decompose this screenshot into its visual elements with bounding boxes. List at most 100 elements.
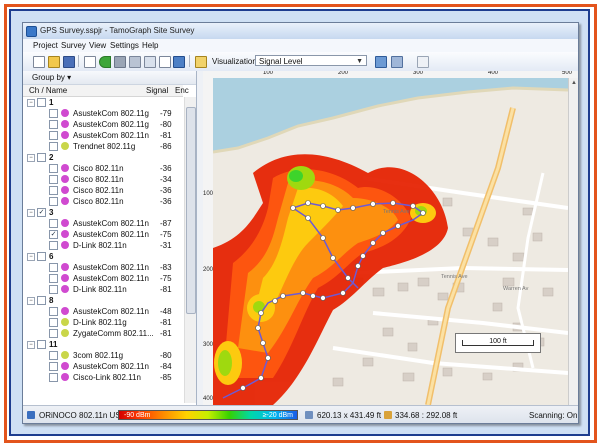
open-folder-icon[interactable]: [48, 56, 60, 68]
ruler-left-label: 300: [203, 342, 214, 348]
channel-group-row[interactable]: −6: [23, 251, 183, 262]
col-encryption[interactable]: Enc: [175, 86, 189, 95]
channel-checkbox[interactable]: [37, 252, 46, 261]
channel-group-row[interactable]: − 11: [23, 339, 183, 350]
ap-checkbox[interactable]: [49, 362, 58, 371]
ap-checkbox[interactable]: [49, 241, 58, 250]
gps-mode-icon[interactable]: [173, 56, 185, 68]
group-by-label: Group by: [32, 73, 65, 82]
ap-checkbox[interactable]: [49, 219, 58, 228]
menu-survey[interactable]: Survey: [61, 41, 86, 50]
ap-row[interactable]: AsustekCom 802.11n -83: [23, 262, 183, 273]
access-point-icon: [61, 285, 69, 293]
visualization-select[interactable]: Signal Level ▼: [255, 55, 367, 66]
ap-checkbox[interactable]: [49, 120, 58, 129]
pause-icon[interactable]: [129, 56, 141, 68]
ap-checkbox[interactable]: [49, 131, 58, 140]
ap-checkbox[interactable]: [49, 186, 58, 195]
channel-checkbox[interactable]: ✓: [37, 208, 46, 217]
ap-checkbox[interactable]: [49, 142, 58, 151]
ap-list-scroll-thumb[interactable]: [186, 107, 196, 314]
channel-group-row[interactable]: − ✓ 3: [23, 207, 183, 218]
ap-row[interactable]: AsustekCom 802.11g -80: [23, 119, 183, 130]
ap-checkbox[interactable]: [49, 109, 58, 118]
ap-checkbox[interactable]: [49, 373, 58, 382]
document-icon[interactable]: [84, 56, 96, 68]
ap-row[interactable]: Cisco 802.11n -36: [23, 196, 183, 207]
channel-group-row[interactable]: −8: [23, 295, 183, 306]
ap-name: Cisco 802.11n: [73, 175, 124, 184]
channel-checkbox[interactable]: [37, 296, 46, 305]
ap-checkbox[interactable]: [49, 164, 58, 173]
grid-icon[interactable]: [391, 56, 403, 68]
collapse-toggle-icon[interactable]: −: [27, 297, 35, 305]
ap-row[interactable]: ✓ AsustekCom 802.11n -75: [23, 229, 183, 240]
channel-group-row[interactable]: −2: [23, 152, 183, 163]
access-point-icon: [61, 186, 69, 194]
channel-checkbox[interactable]: [37, 98, 46, 107]
ap-row[interactable]: AsustekCom 802.11g -79: [23, 108, 183, 119]
report-icon[interactable]: [417, 56, 429, 68]
zoom-fit-icon[interactable]: [159, 56, 171, 68]
collapse-toggle-icon[interactable]: −: [27, 154, 35, 162]
ap-row[interactable]: 3com 802.11g -80: [23, 350, 183, 361]
ap-checkbox[interactable]: [49, 175, 58, 184]
ap-name: AsustekCom 802.11n: [73, 274, 149, 283]
map-canvas[interactable]: Tennis Ave Warren Av Tennis Ave: [213, 78, 568, 405]
ap-row[interactable]: AsustekCom 802.11n -84: [23, 361, 183, 372]
ap-row[interactable]: AsustekCom 802.11n -48: [23, 306, 183, 317]
ap-name: AsustekCom 802.11n: [73, 307, 149, 316]
channel-group-row[interactable]: −1: [23, 97, 183, 108]
collapse-toggle-icon[interactable]: −: [27, 209, 35, 217]
ap-signal: -48: [160, 307, 172, 316]
ap-checkbox[interactable]: [49, 285, 58, 294]
ap-row[interactable]: AsustekCom 802.11n -87: [23, 218, 183, 229]
select-tool-icon[interactable]: [195, 56, 207, 68]
ap-checkbox[interactable]: [49, 307, 58, 316]
ap-checkbox[interactable]: [49, 263, 58, 272]
ap-row[interactable]: ZygateComm 802.11... -81: [23, 328, 183, 339]
ap-row[interactable]: Cisco 802.11n -36: [23, 185, 183, 196]
group-by-button[interactable]: Group by ▾: [32, 73, 71, 82]
ap-row[interactable]: D-Link 802.11g -81: [23, 317, 183, 328]
access-point-icon: [61, 164, 69, 172]
channel-checkbox[interactable]: [37, 340, 46, 349]
collapse-toggle-icon[interactable]: −: [27, 253, 35, 261]
col-channel-name[interactable]: Ch / Name: [29, 86, 67, 95]
ap-row[interactable]: D-Link 802.11n -31: [23, 240, 183, 251]
menu-view[interactable]: View: [89, 41, 106, 50]
channel-checkbox[interactable]: [37, 153, 46, 162]
survey-map[interactable]: Tennis Ave Warren Av Tennis Ave 100 ft: [213, 78, 568, 405]
collapse-toggle-icon[interactable]: −: [27, 99, 35, 107]
ap-checkbox[interactable]: [49, 274, 58, 283]
access-point-icon: [61, 318, 69, 326]
scroll-up-icon[interactable]: ▲: [571, 80, 577, 86]
ap-row[interactable]: Cisco 802.11n -36: [23, 163, 183, 174]
stop-survey-icon[interactable]: [114, 56, 126, 68]
ap-list-scrollbar[interactable]: [184, 97, 196, 403]
start-survey-icon[interactable]: [99, 56, 111, 68]
ap-row[interactable]: Cisco-Link 802.11n -85: [23, 372, 183, 383]
ap-checkbox[interactable]: [49, 351, 58, 360]
menu-project[interactable]: Project: [33, 41, 58, 50]
channel-number: 11: [49, 340, 58, 349]
menu-help[interactable]: Help: [142, 41, 158, 50]
new-project-icon[interactable]: [33, 56, 45, 68]
save-icon[interactable]: [63, 56, 75, 68]
ap-row[interactable]: Trendnet 802.11g -86: [23, 141, 183, 152]
ap-checkbox[interactable]: [49, 318, 58, 327]
collapse-toggle-icon[interactable]: −: [27, 341, 35, 349]
menu-settings[interactable]: Settings: [110, 41, 139, 50]
ap-row[interactable]: D-Link 802.11n -81: [23, 284, 183, 295]
ap-checkbox[interactable]: [49, 329, 58, 338]
ap-checkbox[interactable]: ✓: [49, 230, 58, 239]
ap-row[interactable]: AsustekCom 802.11n -75: [23, 273, 183, 284]
ap-row[interactable]: AsustekCom 802.11n -81: [23, 130, 183, 141]
col-signal[interactable]: Signal: [146, 86, 168, 95]
undo-icon[interactable]: [144, 56, 156, 68]
ap-checkbox[interactable]: [49, 197, 58, 206]
ruler-top-label: 200: [338, 71, 349, 76]
map-scrollbar[interactable]: ▲: [568, 78, 578, 405]
ap-row[interactable]: Cisco 802.11n -34: [23, 174, 183, 185]
map-options-icon[interactable]: [375, 56, 387, 68]
